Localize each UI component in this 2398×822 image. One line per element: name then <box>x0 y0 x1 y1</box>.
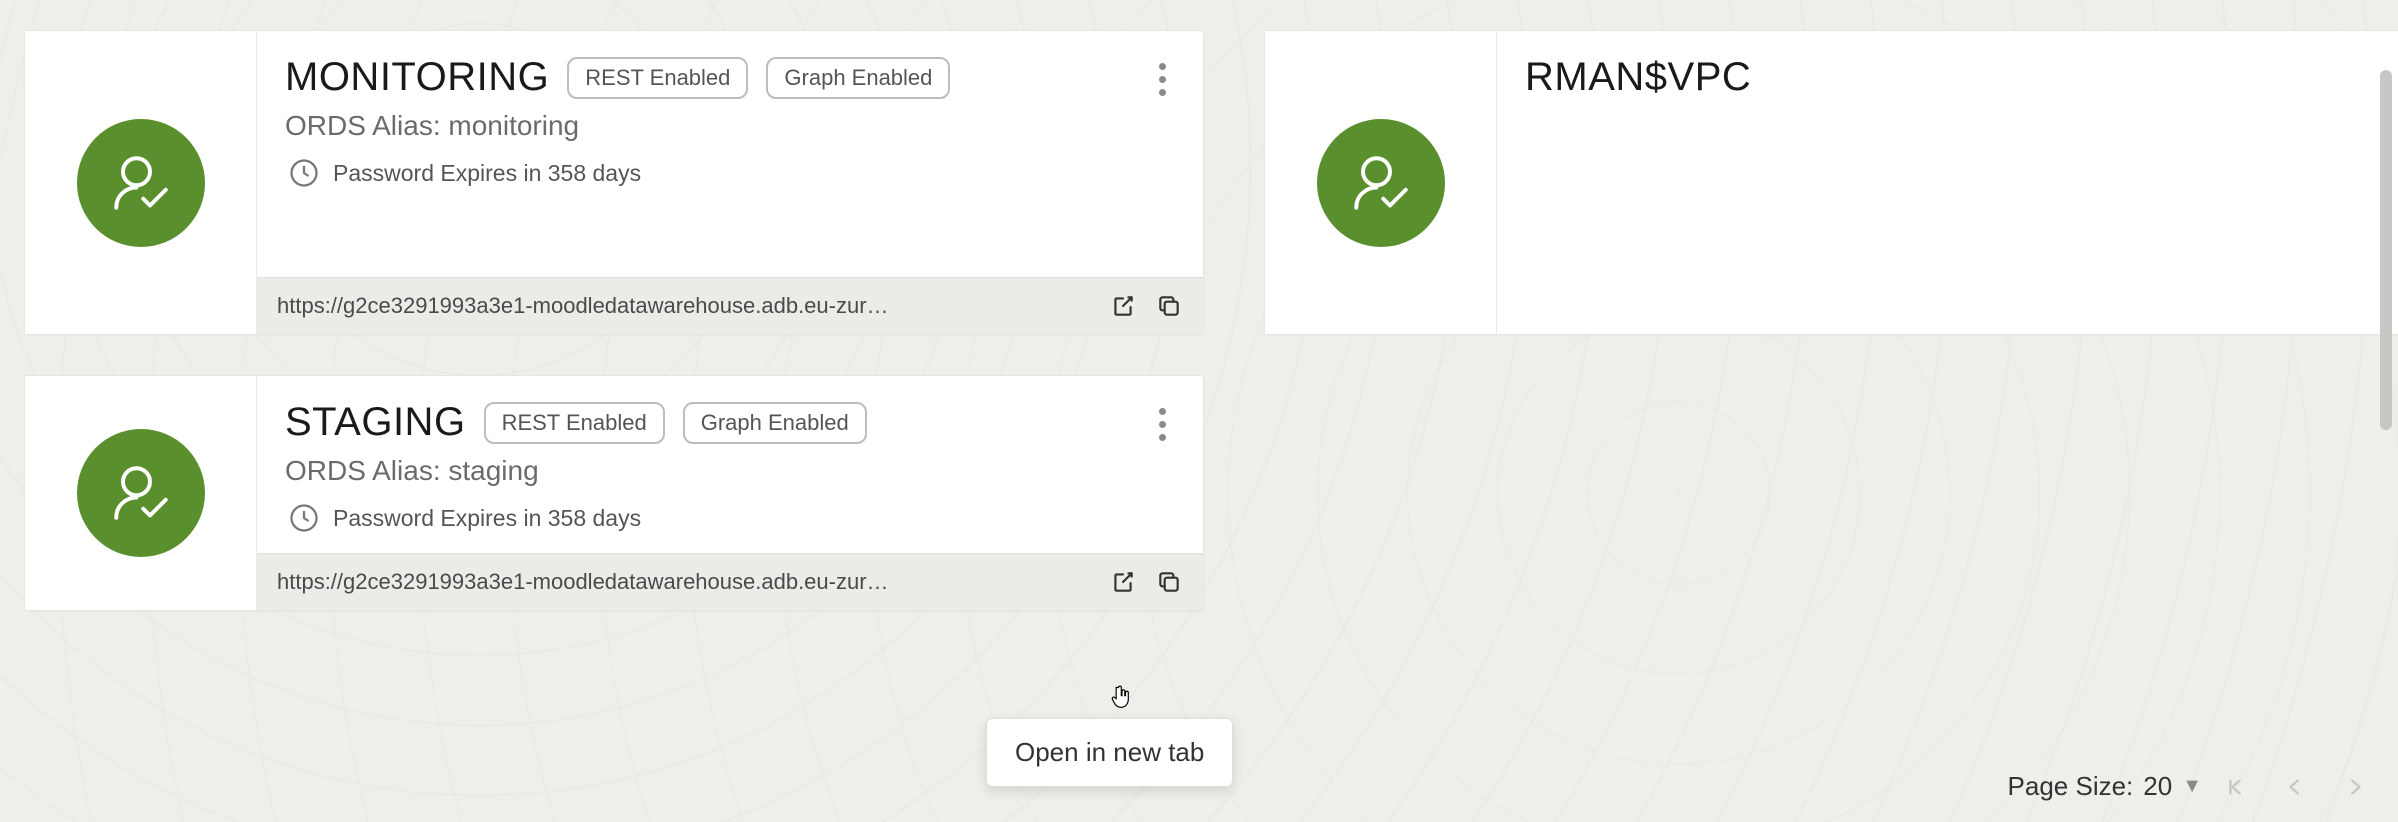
card-actions-menu[interactable] <box>1147 59 1177 99</box>
user-check-avatar <box>77 429 205 557</box>
pointer-cursor-icon <box>1108 684 1136 712</box>
copy-icon[interactable] <box>1155 568 1183 596</box>
card-title: MONITORING <box>285 55 549 100</box>
page-size-label: Page Size: <box>2008 771 2134 802</box>
card-title: STAGING <box>285 400 466 445</box>
page-size-value: 20 <box>2143 771 2172 802</box>
ords-alias: ORDS Alias: staging <box>285 455 1175 487</box>
pager-first-button[interactable] <box>2222 776 2248 798</box>
pager-prev-button[interactable] <box>2282 776 2308 798</box>
tag-rest-enabled: REST Enabled <box>567 57 748 99</box>
vertical-scrollbar-track[interactable] <box>2378 0 2394 822</box>
card-avatar-area <box>25 376 257 610</box>
tag-rest-enabled: REST Enabled <box>484 402 665 444</box>
password-expiry: Password Expires in 358 days <box>333 160 641 187</box>
tooltip-open-new-tab: Open in new tab <box>986 718 1233 787</box>
open-new-tab-icon[interactable] <box>1109 292 1137 320</box>
clock-icon <box>289 158 319 188</box>
vertical-scrollbar-thumb[interactable] <box>2380 70 2392 430</box>
pager-next-button[interactable] <box>2342 776 2368 798</box>
open-new-tab-icon[interactable] <box>1109 568 1137 596</box>
card-actions-menu[interactable] <box>1147 404 1177 444</box>
clock-icon <box>289 503 319 533</box>
user-check-avatar <box>1317 119 1445 247</box>
card-title: RMAN$VPC <box>1525 55 1751 100</box>
password-expiry: Password Expires in 358 days <box>333 505 641 532</box>
card-avatar-area <box>1265 31 1497 334</box>
card-grid: MONITORING REST Enabled Graph Enabled OR… <box>24 30 2398 611</box>
chevron-down-icon: ▼ <box>2182 775 2202 798</box>
user-check-avatar <box>77 119 205 247</box>
schema-card-staging: STAGING REST Enabled Graph Enabled ORDS … <box>24 375 1204 611</box>
ords-url: https://g2ce3291993a3e1-moodledatawareho… <box>277 293 1091 319</box>
card-footer: https://g2ce3291993a3e1-moodledatawareho… <box>257 277 1203 334</box>
tag-graph-enabled: Graph Enabled <box>766 57 950 99</box>
schema-card-monitoring: MONITORING REST Enabled Graph Enabled OR… <box>24 30 1204 335</box>
ords-alias: ORDS Alias: monitoring <box>285 110 1175 142</box>
ords-url: https://g2ce3291993a3e1-moodledatawareho… <box>277 569 1091 595</box>
pagination-bar: Page Size: 20 ▼ <box>2008 771 2368 802</box>
card-avatar-area <box>25 31 257 334</box>
copy-icon[interactable] <box>1155 292 1183 320</box>
card-footer: https://g2ce3291993a3e1-moodledatawareho… <box>257 553 1203 610</box>
tag-graph-enabled: Graph Enabled <box>683 402 867 444</box>
schema-card-rmanvpc: RMAN$VPC <box>1264 30 2398 335</box>
page-size-selector[interactable]: Page Size: 20 ▼ <box>2008 771 2202 802</box>
